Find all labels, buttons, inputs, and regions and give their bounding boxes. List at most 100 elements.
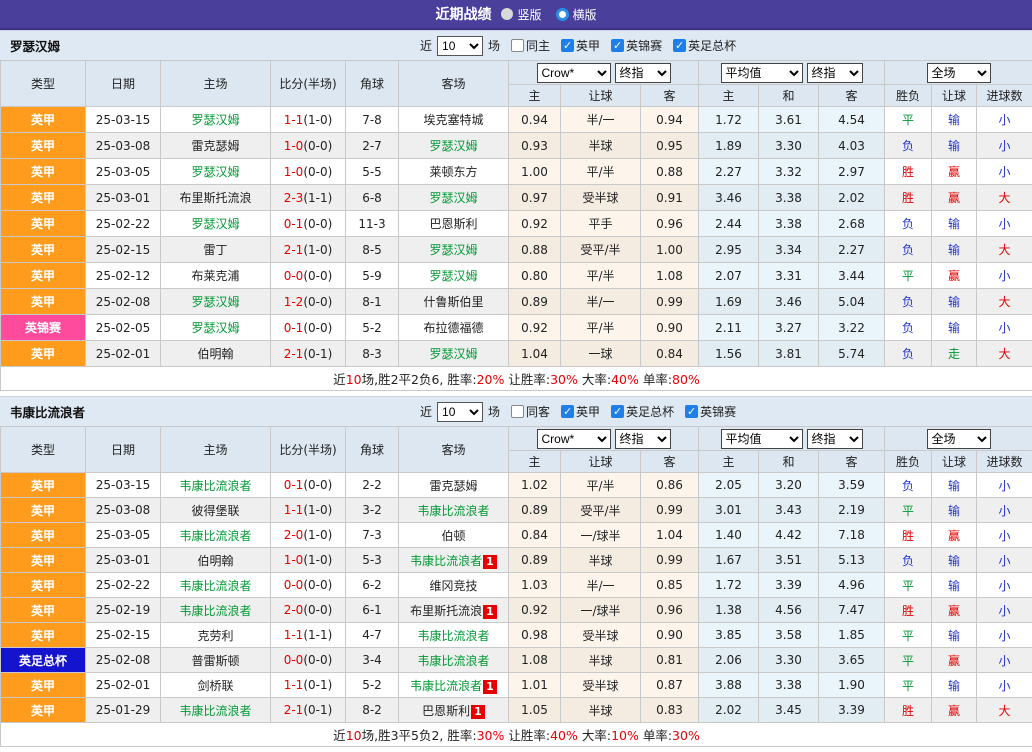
score-cell: 0-0(0-0) [271, 648, 346, 673]
fulltime-score: 2-1 [284, 703, 304, 717]
avg-odds-home: 1.69 [699, 289, 759, 315]
average-time-select[interactable]: 终指 [807, 63, 863, 83]
odds-home: 0.89 [509, 289, 561, 315]
bookmaker-select[interactable]: Crow* [537, 63, 611, 83]
corner-score: 8-2 [346, 698, 399, 723]
match-date: 25-02-08 [86, 648, 161, 673]
avg-odds-home: 3.88 [699, 673, 759, 698]
odds-time-select[interactable]: 终指 [615, 429, 671, 449]
odds-home: 1.02 [509, 473, 561, 498]
match-row: 英甲25-03-15罗瑟汉姆1-1(1-0)7-8埃克塞特城0.94半/一0.9… [1, 107, 1032, 133]
sub-column-header-4: 和 [759, 451, 819, 473]
sub-column-header-1: 让球 [561, 85, 641, 107]
filter-checkbox-英锦赛[interactable]: ✓英锦赛 [611, 37, 662, 54]
radio-unselected-icon[interactable] [501, 8, 513, 20]
match-count-select[interactable]: 10 [437, 402, 483, 422]
avg-odds-away: 3.59 [819, 473, 885, 498]
result-handicap: 输 [932, 133, 977, 159]
avg-odds-away: 5.74 [819, 341, 885, 367]
checked-checkbox-icon[interactable]: ✓ [561, 39, 574, 52]
filter-checkbox-英足总杯[interactable]: ✓英足总杯 [611, 403, 674, 420]
match-date: 25-02-01 [86, 673, 161, 698]
away-team: 韦康比流浪者 [399, 623, 509, 648]
score-cell: 1-2(0-0) [271, 289, 346, 315]
match-row: 英甲25-03-15韦康比流浪者0-1(0-0)2-2雷克瑟姆1.02平/半0.… [1, 473, 1032, 498]
radio-horizontal-layout[interactable]: 横版 [556, 6, 597, 23]
result-win-draw-lose: 平 [885, 648, 932, 673]
avg-odds-draw: 3.81 [759, 341, 819, 367]
corner-score: 8-5 [346, 237, 399, 263]
result-win-draw-lose: 负 [885, 289, 932, 315]
column-header-类型: 类型 [1, 61, 86, 107]
checked-checkbox-icon[interactable]: ✓ [611, 39, 624, 52]
checkbox-label: 同客 [526, 403, 550, 420]
match-row: 英甲25-02-01伯明翰2-1(0-1)8-3罗瑟汉姆1.04一球0.841.… [1, 341, 1032, 367]
odds-time-select[interactable]: 终指 [615, 63, 671, 83]
odds-home: 0.89 [509, 548, 561, 573]
halftime-score: (1-0) [303, 553, 332, 567]
filter-checkbox-英锦赛[interactable]: ✓英锦赛 [685, 403, 736, 420]
result-handicap: 输 [932, 548, 977, 573]
result-win-draw-lose: 平 [885, 573, 932, 598]
fulltime-score: 1-0 [284, 165, 304, 179]
filter-checkbox-同主[interactable]: 同主 [511, 37, 550, 54]
result-handicap: 赢 [932, 698, 977, 723]
avg-odds-draw: 3.51 [759, 548, 819, 573]
odds-home: 0.89 [509, 498, 561, 523]
scope-select[interactable]: 全场 [927, 63, 991, 83]
radio-vertical-layout[interactable]: 竖版 [501, 6, 541, 23]
avg-odds-home: 2.95 [699, 237, 759, 263]
odds-home: 0.97 [509, 185, 561, 211]
home-team: 布里斯托流浪 [161, 185, 271, 211]
home-team: 罗瑟汉姆 [161, 107, 271, 133]
corner-score: 5-3 [346, 548, 399, 573]
avg-odds-draw: 3.45 [759, 698, 819, 723]
average-select[interactable]: 平均值 [721, 429, 803, 449]
checked-checkbox-icon[interactable]: ✓ [685, 405, 698, 418]
result-goals-over-under: 小 [977, 315, 1032, 341]
odds-handicap-line: 半/一 [561, 107, 641, 133]
avg-odds-home: 2.27 [699, 159, 759, 185]
result-goals-over-under: 小 [977, 498, 1032, 523]
column-header-比分(半场): 比分(半场) [271, 427, 346, 473]
result-goals-over-under: 小 [977, 263, 1032, 289]
match-date: 25-02-12 [86, 263, 161, 289]
average-time-select[interactable]: 终指 [807, 429, 863, 449]
match-date: 25-03-01 [86, 185, 161, 211]
competition-type-badge: 英甲 [1, 523, 86, 548]
games-label: 场 [488, 403, 500, 420]
filter-checkbox-英甲[interactable]: ✓英甲 [561, 37, 600, 54]
unchecked-checkbox-icon[interactable] [511, 405, 524, 418]
avg-odds-draw: 3.30 [759, 648, 819, 673]
match-row: 英甲25-02-22罗瑟汉姆0-1(0-0)11-3巴恩斯利0.92平手0.96… [1, 211, 1032, 237]
result-goals-over-under: 大 [977, 237, 1032, 263]
score-cell: 1-1(1-0) [271, 498, 346, 523]
result-win-draw-lose: 平 [885, 673, 932, 698]
filter-checkbox-英甲[interactable]: ✓英甲 [561, 403, 600, 420]
away-team: 罗瑟汉姆 [399, 341, 509, 367]
checked-checkbox-icon[interactable]: ✓ [611, 405, 624, 418]
unchecked-checkbox-icon[interactable] [511, 39, 524, 52]
checked-checkbox-icon[interactable]: ✓ [561, 405, 574, 418]
match-date: 25-03-05 [86, 523, 161, 548]
result-handicap: 输 [932, 315, 977, 341]
odds-handicap-line: 一球 [561, 341, 641, 367]
result-win-draw-lose: 平 [885, 498, 932, 523]
odds-handicap-line: 平/半 [561, 473, 641, 498]
radio-selected-icon[interactable] [556, 8, 569, 21]
bookmaker-select[interactable]: Crow* [537, 429, 611, 449]
fulltime-score: 1-1 [284, 628, 304, 642]
sub-column-header-4: 和 [759, 85, 819, 107]
halftime-score: (0-0) [303, 321, 332, 335]
avg-odds-home: 2.02 [699, 698, 759, 723]
average-select[interactable]: 平均值 [721, 63, 803, 83]
odds-home: 1.01 [509, 673, 561, 698]
checked-checkbox-icon[interactable]: ✓ [673, 39, 686, 52]
scope-select[interactable]: 全场 [927, 429, 991, 449]
odds-handicap-line: 半球 [561, 133, 641, 159]
odds-away: 0.84 [641, 341, 699, 367]
match-count-select[interactable]: 10 [437, 36, 483, 56]
sub-column-header-7: 让球 [932, 451, 977, 473]
filter-checkbox-同客[interactable]: 同客 [511, 403, 550, 420]
filter-checkbox-英足总杯[interactable]: ✓英足总杯 [673, 37, 736, 54]
